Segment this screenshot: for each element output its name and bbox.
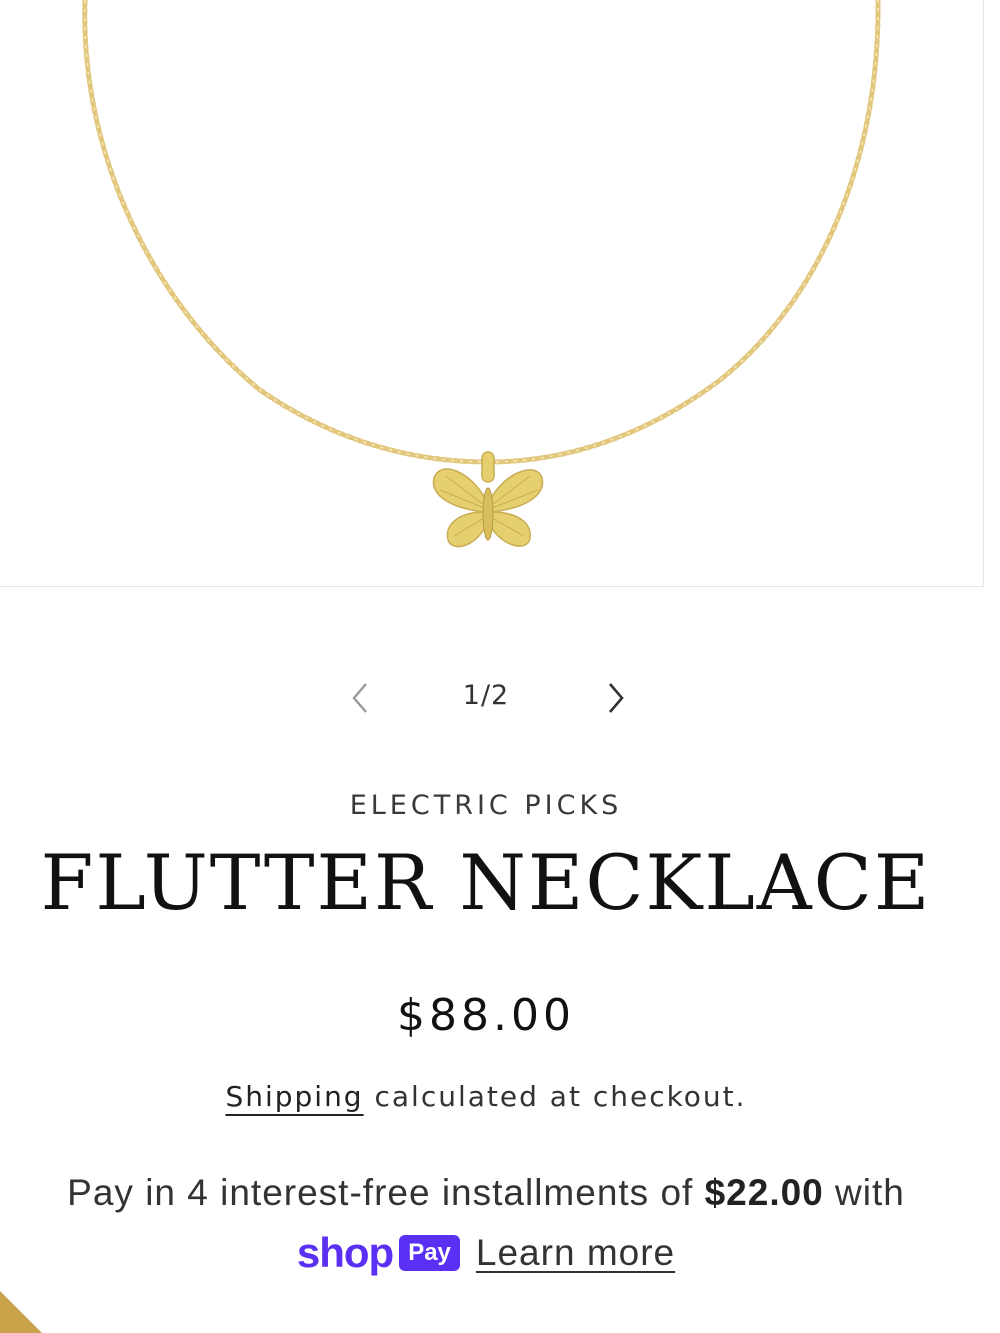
installments-text: Pay in 4 interest-free installments of $… — [0, 1172, 972, 1214]
shipping-note: Shipping calculated at checkout. — [0, 1080, 972, 1113]
installments-prefix: Pay in 4 interest-free installments of — [67, 1172, 705, 1213]
chevron-left-icon — [352, 683, 367, 713]
gallery-edge — [985, 0, 1000, 587]
necklace-chain-highlight — [83, 0, 880, 464]
shop-pay-logo: shop Pay — [297, 1229, 460, 1277]
learn-more-link[interactable]: Learn more — [476, 1232, 675, 1274]
next-slide-button[interactable] — [596, 678, 636, 718]
shipping-note-text: calculated at checkout. — [363, 1080, 747, 1113]
butterfly-lower-left-wing — [446, 511, 487, 548]
product-vendor: ELECTRIC PICKS — [349, 790, 623, 821]
product-title: FLUTTER NECKLACE — [40, 838, 932, 927]
product-image-frame[interactable] — [0, 0, 984, 587]
shipping-link[interactable]: Shipping — [225, 1080, 363, 1113]
shop-wordmark: shop — [296, 1229, 394, 1276]
installment-amount: $22.00 — [704, 1172, 824, 1213]
pay-badge: Pay — [399, 1235, 460, 1271]
previous-slide-button[interactable] — [340, 678, 380, 718]
chevron-right-icon — [609, 683, 624, 713]
product-price: $88.00 — [397, 990, 575, 1041]
slider-controls: 1/2 — [330, 668, 650, 728]
pendant-bail — [481, 451, 495, 483]
necklace-image — [82, 0, 881, 548]
necklace-chain — [82, 0, 881, 465]
slide-counter: 1/2 — [462, 680, 510, 711]
shop-pay-row: shop Pay Learn more — [0, 1228, 972, 1278]
butterfly-lower-right-wing — [489, 511, 531, 547]
butterfly-body — [482, 487, 494, 541]
corner-decoration — [0, 1291, 42, 1333]
installments-suffix: with — [823, 1172, 905, 1213]
